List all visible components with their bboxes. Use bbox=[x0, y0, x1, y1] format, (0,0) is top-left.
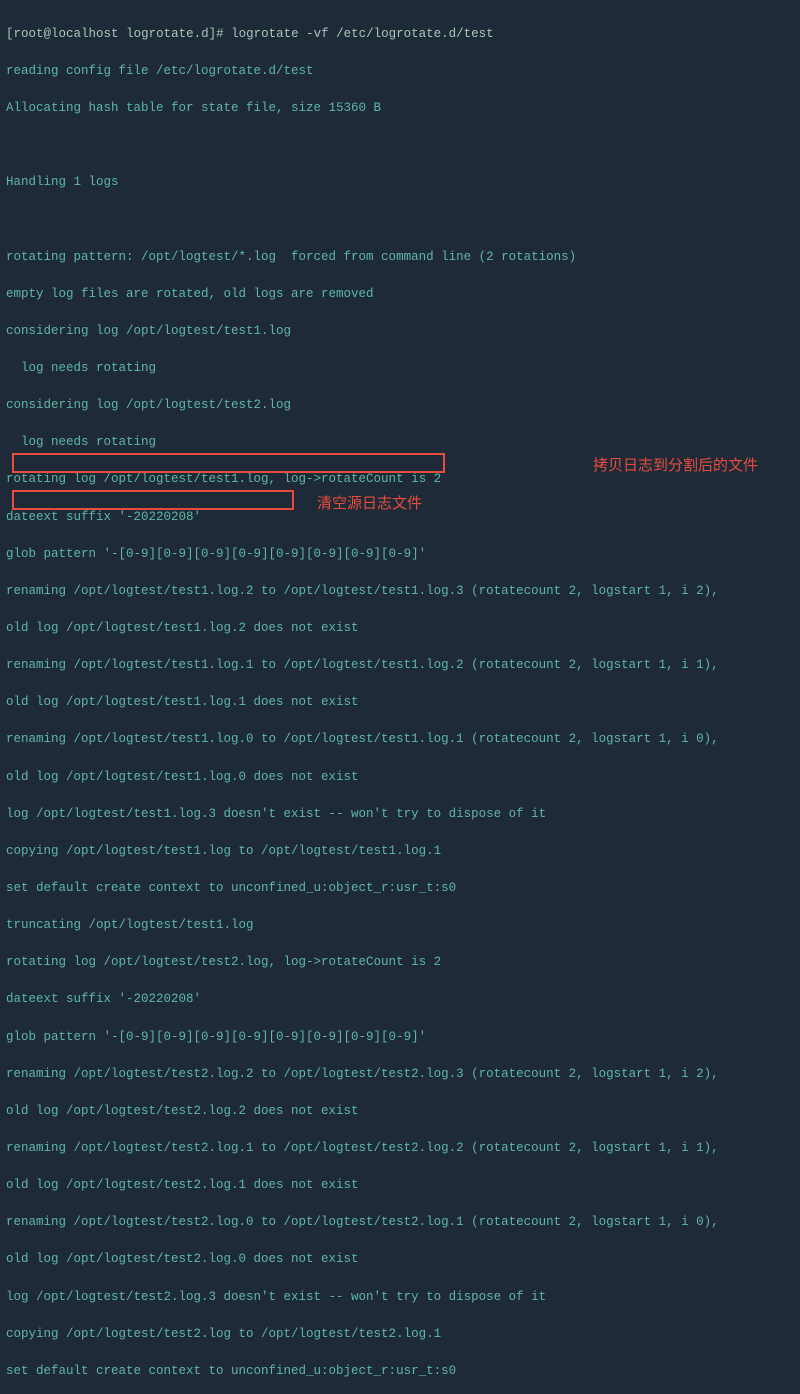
output-line: considering log /opt/logtest/test1.log bbox=[6, 322, 794, 340]
annotation-copy: 拷贝日志到分割后的文件 bbox=[593, 455, 758, 478]
output-line: renaming /opt/logtest/test2.log.0 to /op… bbox=[6, 1213, 794, 1231]
output-line: copying /opt/logtest/test1.log to /opt/l… bbox=[6, 842, 794, 860]
output-line: set default create context to unconfined… bbox=[6, 1362, 794, 1380]
empty-line bbox=[6, 136, 794, 154]
output-line: glob pattern '-[0-9][0-9][0-9][0-9][0-9]… bbox=[6, 1028, 794, 1046]
output-line: dateext suffix '-20220208' bbox=[6, 990, 794, 1008]
output-line: old log /opt/logtest/test1.log.2 does no… bbox=[6, 619, 794, 637]
output-line: log needs rotating bbox=[6, 433, 794, 451]
output-line: log needs rotating bbox=[6, 359, 794, 377]
output-line: renaming /opt/logtest/test1.log.0 to /op… bbox=[6, 730, 794, 748]
prompt-dir: logrotate.d bbox=[126, 27, 209, 41]
output-line: old log /opt/logtest/test2.log.0 does no… bbox=[6, 1250, 794, 1268]
output-line: old log /opt/logtest/test2.log.2 does no… bbox=[6, 1102, 794, 1120]
output-line: renaming /opt/logtest/test2.log.1 to /op… bbox=[6, 1139, 794, 1157]
output-line: log /opt/logtest/test2.log.3 doesn't exi… bbox=[6, 1288, 794, 1306]
output-line: old log /opt/logtest/test2.log.1 does no… bbox=[6, 1176, 794, 1194]
output-line: empty log files are rotated, old logs ar… bbox=[6, 285, 794, 303]
output-line: renaming /opt/logtest/test2.log.2 to /op… bbox=[6, 1065, 794, 1083]
output-line: considering log /opt/logtest/test2.log bbox=[6, 396, 794, 414]
output-line: Allocating hash table for state file, si… bbox=[6, 99, 794, 117]
output-line: renaming /opt/logtest/test1.log.1 to /op… bbox=[6, 656, 794, 674]
output-line: Handling 1 logs bbox=[6, 173, 794, 191]
output-line: rotating pattern: /opt/logtest/*.log for… bbox=[6, 248, 794, 266]
output-line: old log /opt/logtest/test1.log.0 does no… bbox=[6, 768, 794, 786]
command-text: logrotate -vf /etc/logrotate.d/test bbox=[231, 27, 494, 41]
output-line: glob pattern '-[0-9][0-9][0-9][0-9][0-9]… bbox=[6, 545, 794, 563]
output-line: rotating log /opt/logtest/test2.log, log… bbox=[6, 953, 794, 971]
output-line: log /opt/logtest/test1.log.3 doesn't exi… bbox=[6, 805, 794, 823]
empty-line bbox=[6, 210, 794, 228]
terminal-output: [root@localhost logrotate.d]# logrotate … bbox=[6, 6, 794, 1394]
output-line: copying /opt/logtest/test2.log to /opt/l… bbox=[6, 1325, 794, 1343]
prompt-user-host: root@localhost bbox=[14, 27, 119, 41]
annotation-truncate: 清空源日志文件 bbox=[317, 493, 422, 516]
output-line: truncating /opt/logtest/test1.log bbox=[6, 916, 794, 934]
output-line: renaming /opt/logtest/test1.log.2 to /op… bbox=[6, 582, 794, 600]
output-line: set default create context to unconfined… bbox=[6, 879, 794, 897]
prompt-line: [root@localhost logrotate.d]# logrotate … bbox=[6, 25, 794, 43]
output-line: old log /opt/logtest/test1.log.1 does no… bbox=[6, 693, 794, 711]
prompt-open-bracket: [ bbox=[6, 27, 14, 41]
prompt-close-bracket: ] bbox=[209, 27, 217, 41]
output-line: reading config file /etc/logrotate.d/tes… bbox=[6, 62, 794, 80]
prompt-hash: # bbox=[216, 27, 224, 41]
